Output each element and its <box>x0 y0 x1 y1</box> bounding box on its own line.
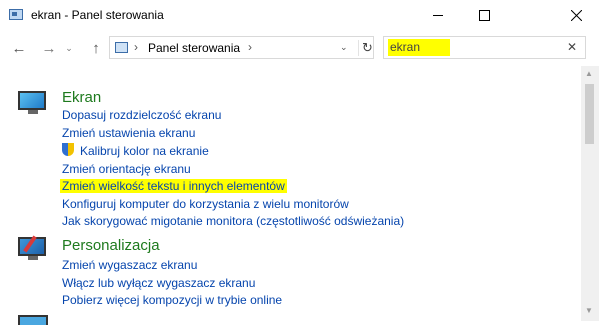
control-panel-icon <box>9 9 23 20</box>
minimize-button[interactable] <box>415 0 461 31</box>
title-bar: ekran - Panel sterowania <box>0 0 599 31</box>
maximize-icon <box>478 10 490 21</box>
forward-button[interactable]: → <box>40 38 58 58</box>
up-button[interactable]: ↑ <box>87 38 105 58</box>
scroll-down-arrow-icon[interactable]: ▼ <box>585 306 593 315</box>
display-icon <box>18 91 48 115</box>
close-button[interactable] <box>553 0 599 31</box>
chevron-down-icon: ⌄ <box>65 42 73 53</box>
link-adjust-resolution[interactable]: Dopasuj rozdzielczość ekranu <box>62 108 221 122</box>
category-title-personalizacja[interactable]: Personalizacja <box>62 237 160 254</box>
link-calibrate-color[interactable]: Kalibruj kolor na ekranie <box>80 144 209 158</box>
link-change-text-size[interactable]: Zmień wielkość tekstu i innych elementów <box>60 179 287 193</box>
link-toggle-screensaver[interactable]: Włącz lub wyłącz wygaszacz ekranu <box>62 276 255 290</box>
uac-shield-icon <box>62 143 74 156</box>
close-icon <box>570 10 582 21</box>
search-box[interactable]: ekran ✕ <box>383 36 586 59</box>
link-get-themes-online[interactable]: Pobierz więcej kompozycji w trybie onlin… <box>62 293 282 307</box>
breadcrumb-control-panel[interactable]: Panel sterowania <box>148 41 240 55</box>
control-panel-icon <box>115 42 128 53</box>
back-button[interactable]: ← <box>10 38 28 58</box>
scroll-up-arrow-icon[interactable]: ▲ <box>585 69 593 78</box>
window-title: ekran - Panel sterowania <box>31 8 164 22</box>
category-title-ekran[interactable]: Ekran <box>62 89 101 106</box>
address-bar[interactable]: › Panel sterowania › ⌄ ↻ <box>109 36 374 59</box>
arrow-right-icon: → <box>41 39 57 57</box>
link-change-screensaver[interactable]: Zmień wygaszacz ekranu <box>62 258 197 272</box>
search-input[interactable]: ekran <box>388 39 451 56</box>
category-icon-partial <box>18 315 48 325</box>
link-multiple-monitors[interactable]: Konfiguruj komputer do korzystania z wie… <box>62 197 349 211</box>
breadcrumb-separator-icon[interactable]: › <box>248 40 252 54</box>
link-change-orientation[interactable]: Zmień orientację ekranu <box>62 162 191 176</box>
scroll-thumb[interactable] <box>585 84 594 144</box>
minimize-icon <box>433 15 443 16</box>
breadcrumb-separator-icon[interactable]: › <box>134 40 138 54</box>
link-change-display-settings[interactable]: Zmień ustawienia ekranu <box>62 126 195 140</box>
refresh-button[interactable]: ↻ <box>358 40 373 56</box>
navigation-bar: ← → ⌄ ↑ › Panel sterowania › ⌄ ↻ ekran ✕ <box>0 31 599 66</box>
clear-search-button[interactable]: ✕ <box>567 40 577 54</box>
address-history-button[interactable]: ⌄ <box>340 42 352 53</box>
recent-locations-button[interactable]: ⌄ <box>64 38 74 58</box>
personalization-icon <box>18 235 48 261</box>
maximize-button[interactable] <box>461 0 507 31</box>
arrow-up-icon: ↑ <box>92 39 100 57</box>
arrow-left-icon: ← <box>11 39 27 57</box>
content-area: Ekran Dopasuj rozdzielczość ekranu Zmień… <box>0 66 581 325</box>
link-refresh-rate[interactable]: Jak skorygować migotanie monitora (częst… <box>62 214 404 228</box>
vertical-scrollbar[interactable]: ▲ ▼ <box>581 66 599 321</box>
